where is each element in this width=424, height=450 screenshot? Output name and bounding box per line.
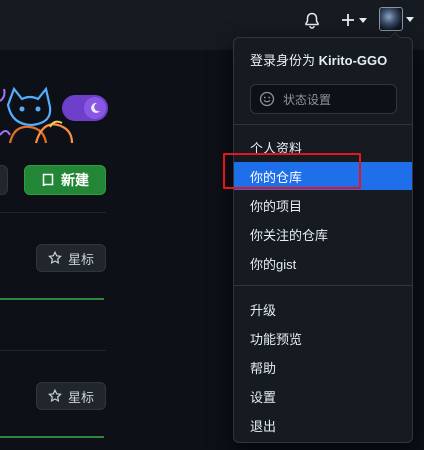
moon-icon xyxy=(84,97,106,119)
activity-graph xyxy=(0,298,104,300)
signed-in-as: 登录身份为 Kirito-GGO xyxy=(250,50,387,69)
new-repo-button[interactable]: 新建 xyxy=(24,165,106,195)
username: Kirito-GGO xyxy=(318,53,388,68)
star-button[interactable]: 星标 xyxy=(36,244,106,272)
menu-item-upgrade[interactable]: 升级 xyxy=(234,295,412,323)
menu-item-your-gists[interactable]: 你的gist xyxy=(234,249,412,277)
activity-graph xyxy=(0,436,104,438)
menu-item-settings[interactable]: 设置 xyxy=(234,382,412,410)
menu-item-sign-out[interactable]: 退出 xyxy=(234,411,412,439)
status-placeholder: 状态设置 xyxy=(283,92,332,107)
menu-item-feature-preview[interactable]: 功能预览 xyxy=(234,324,412,352)
menu-divider xyxy=(234,285,412,286)
set-status-button[interactable]: 状态设置 xyxy=(250,84,397,114)
star-icon xyxy=(48,389,62,403)
divider xyxy=(0,212,106,213)
user-menu-button[interactable] xyxy=(378,6,415,32)
smiley-icon xyxy=(259,91,275,107)
theme-toggle[interactable] xyxy=(62,95,108,121)
filter-button[interactable] xyxy=(0,165,8,195)
chevron-down-icon xyxy=(358,17,367,23)
menu-item-profile[interactable]: 个人资料 xyxy=(234,133,412,161)
star-icon xyxy=(48,251,62,265)
bell-icon xyxy=(305,12,319,29)
user-dropdown-menu: 登录身份为 Kirito-GGO 状态设置 个人资料 你的仓库 你的项目 你关注… xyxy=(233,32,413,443)
notifications-button[interactable] xyxy=(301,9,323,31)
plus-icon xyxy=(341,14,354,26)
avatar xyxy=(379,7,403,31)
new-repo-label: 新建 xyxy=(61,172,89,188)
menu-item-your-stars[interactable]: 你关注的仓库 xyxy=(234,220,412,248)
star-label: 星标 xyxy=(67,389,94,405)
menu-item-your-repositories[interactable]: 你的仓库 xyxy=(234,162,412,190)
star-label: 星标 xyxy=(67,251,94,267)
create-new-button[interactable] xyxy=(336,9,370,31)
repo-icon xyxy=(42,173,54,186)
menu-item-help[interactable]: 帮助 xyxy=(234,353,412,381)
star-button[interactable]: 星标 xyxy=(36,382,106,410)
menu-item-your-projects[interactable]: 你的项目 xyxy=(234,191,412,219)
chevron-down-icon xyxy=(406,16,414,22)
divider xyxy=(0,350,106,351)
menu-divider xyxy=(234,124,412,125)
signed-in-prefix: 登录身份为 xyxy=(250,53,316,68)
